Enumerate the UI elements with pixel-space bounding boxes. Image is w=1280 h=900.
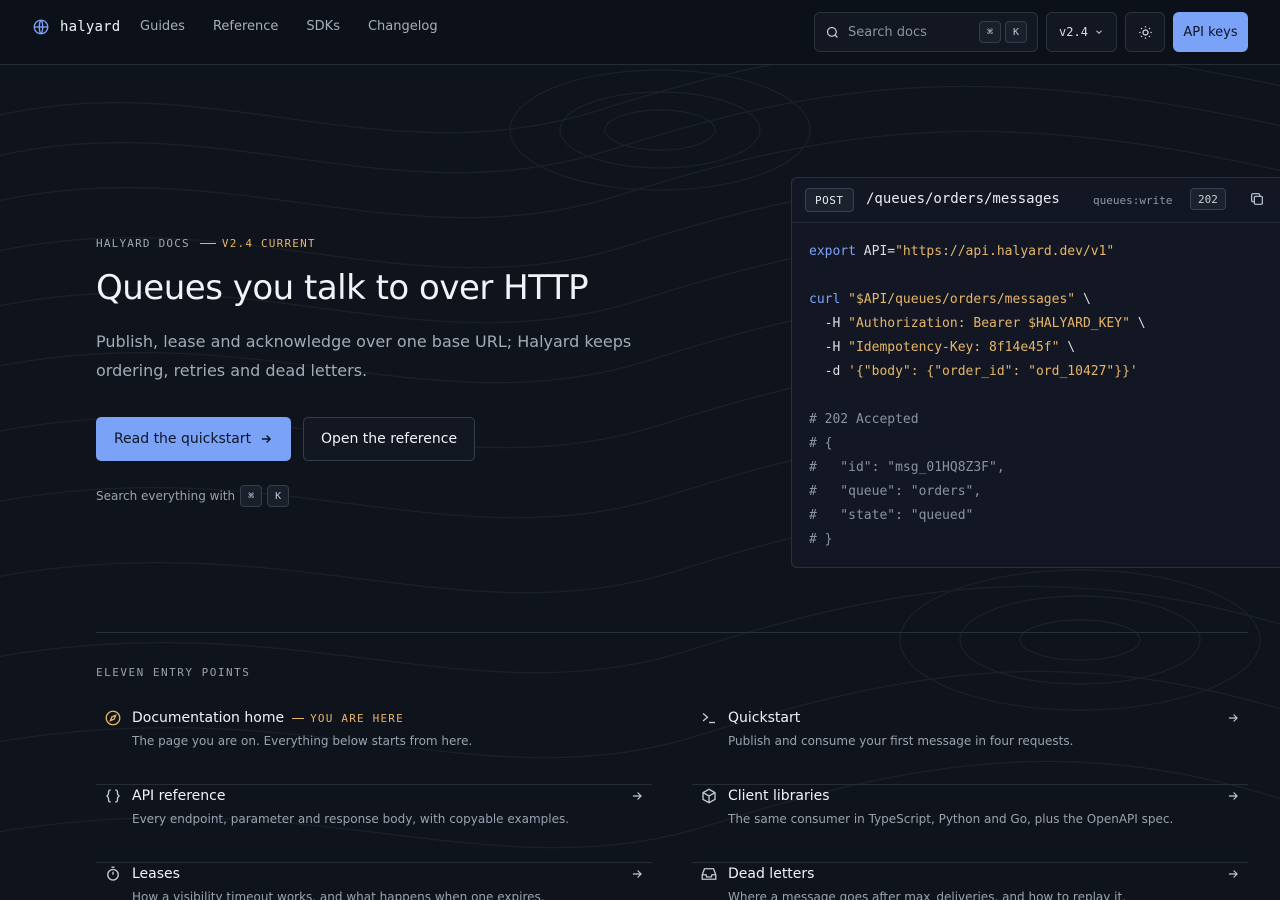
entry-title-text: Documentation home <box>132 710 285 726</box>
entry-title: Leases <box>132 866 180 882</box>
search-input[interactable]: Search docs ⌘ K <box>814 12 1038 52</box>
scope-label: queues:write <box>1093 194 1173 207</box>
top-bar: halyard Guides Reference SDKs Changelog … <box>0 0 1280 65</box>
open-reference-button[interactable]: Open the reference <box>303 417 475 461</box>
globe-icon <box>33 19 49 35</box>
entry-description: Publish and consume your first message i… <box>728 734 1074 748</box>
arrow-right-icon <box>1228 870 1238 878</box>
entry-title: Documentation home YOU ARE HERE <box>132 710 404 726</box>
code-string: "Idempotency-Key: 8f14e45f" <box>848 340 1060 355</box>
arrow-right-icon <box>632 792 642 800</box>
search-placeholder: Search docs <box>848 24 927 40</box>
entry-quickstart[interactable]: Quickstart Publish and consume your firs… <box>692 707 1248 785</box>
chevron-down-icon <box>1096 30 1102 34</box>
eyebrow-dash <box>199 243 216 244</box>
entry-title: Dead letters <box>728 866 815 882</box>
code-block: export API="https://api.halyard.dev/v1" … <box>809 240 1146 552</box>
entry-client-libraries[interactable]: Client libraries The same consumer in Ty… <box>692 785 1248 863</box>
you-are-here-badge: YOU ARE HERE <box>292 712 404 725</box>
terminal-icon <box>702 712 715 724</box>
nav-reference[interactable]: Reference <box>213 19 278 34</box>
package-icon <box>702 788 716 804</box>
version-select[interactable]: v2.4 <box>1046 12 1117 52</box>
arrow-right-icon <box>1228 792 1238 800</box>
entry-points-label: ELEVEN ENTRY POINTS <box>96 666 251 679</box>
code-keyword: curl <box>809 292 841 307</box>
copy-icon <box>1251 193 1263 205</box>
search-icon <box>826 26 838 38</box>
entry-title: API reference <box>132 788 226 804</box>
hint-kbd-k: K <box>267 485 290 507</box>
compass-icon <box>105 710 121 726</box>
search-hint: Search everything with ⌘ K <box>96 485 290 507</box>
http-method-badge: POST <box>805 188 854 212</box>
api-keys-button[interactable]: API keys <box>1173 12 1248 52</box>
hero-eyebrow: HALYARD DOCS V2.4 CURRENT <box>96 237 316 250</box>
code-keyword: export <box>809 244 856 259</box>
timer-icon <box>107 866 119 881</box>
eyebrow-text: HALYARD DOCS <box>96 237 190 250</box>
code-string: "Authorization: Bearer $HALYARD_KEY" <box>848 316 1130 331</box>
here-text: YOU ARE HERE <box>310 711 404 725</box>
code-string: "$API/queues/orders/messages" <box>848 292 1076 307</box>
code-comment: # "id": "msg_01HQ8Z3F", <box>809 460 1005 475</box>
status-badge: 202 <box>1190 188 1226 210</box>
endpoint-path: /queues/orders/messages <box>866 191 1060 207</box>
inbox-icon <box>701 868 717 880</box>
version-value: v2.4 <box>1059 25 1088 39</box>
code-text: \ <box>1059 340 1076 355</box>
nav-sdks[interactable]: SDKs <box>306 19 340 34</box>
code-comment: # "state": "queued" <box>809 508 974 523</box>
brand[interactable]: halyard <box>32 18 120 36</box>
code-comment: # { <box>809 436 833 451</box>
braces-icon <box>106 789 120 803</box>
entry-description: The same consumer in TypeScript, Python … <box>728 812 1174 826</box>
arrow-right-icon <box>261 435 272 443</box>
code-panel-header: POST /queues/orders/messages queues:writ… <box>792 178 1280 223</box>
code-text: API= <box>855 244 896 259</box>
code-text: \ <box>1075 292 1091 307</box>
code-comment: # 202 Accepted <box>809 412 919 427</box>
section-divider <box>96 632 1248 633</box>
page-title: Queues you talk to over HTTP <box>96 268 589 308</box>
entry-description: Where a message goes after max_deliverie… <box>728 890 1127 900</box>
arrow-right-icon <box>632 870 642 878</box>
kbd-cmd: ⌘ <box>979 21 1001 43</box>
quickstart-button[interactable]: Read the quickstart <box>96 417 291 461</box>
here-dash <box>292 717 305 719</box>
code-example-panel: POST /queues/orders/messages queues:writ… <box>791 177 1280 568</box>
code-text: \ <box>1129 316 1146 331</box>
code-comment: # "queue": "orders", <box>809 484 982 499</box>
code-comment: # } <box>809 532 833 547</box>
code-text: -H <box>809 316 849 331</box>
entry-api-reference[interactable]: API reference Every endpoint, parameter … <box>96 785 652 863</box>
code-text: -d <box>809 364 849 379</box>
entry-description: How a visibility timeout works, and what… <box>132 890 545 900</box>
quickstart-label: Read the quickstart <box>113 431 252 447</box>
nav-guides[interactable]: Guides <box>140 19 185 34</box>
entry-documentation-home[interactable]: Documentation home YOU ARE HERE The page… <box>96 707 652 785</box>
code-text: -H <box>809 340 849 355</box>
arrow-right-icon <box>1228 714 1238 722</box>
code-string: '{"body": {"order_id": "ord_10427"}}' <box>848 364 1138 379</box>
sun-icon <box>1138 25 1152 39</box>
theme-toggle-button[interactable] <box>1125 12 1165 52</box>
code-string: "https://api.halyard.dev/v1" <box>895 244 1115 259</box>
kbd-k: K <box>1005 21 1027 43</box>
entry-title: Quickstart <box>728 710 801 726</box>
entry-description: The page you are on. Everything below st… <box>132 734 473 748</box>
entry-leases[interactable]: Leases How a visibility timeout works, a… <box>96 863 652 900</box>
eyebrow-version: V2.4 CURRENT <box>221 237 316 250</box>
main-nav: Guides Reference SDKs Changelog <box>140 19 438 34</box>
search-hint-text: Search everything with <box>96 489 236 503</box>
entry-description: Every endpoint, parameter and response b… <box>132 812 570 826</box>
nav-changelog[interactable]: Changelog <box>368 19 438 34</box>
hero-subtitle: Publish, lease and acknowledge over one … <box>96 332 632 380</box>
brand-name: halyard <box>60 19 121 35</box>
entry-title: Client libraries <box>728 788 830 804</box>
hint-kbd-cmd: ⌘ <box>240 485 263 507</box>
copy-button[interactable] <box>1249 191 1265 211</box>
entry-dead-letters[interactable]: Dead letters Where a message goes after … <box>692 863 1248 900</box>
